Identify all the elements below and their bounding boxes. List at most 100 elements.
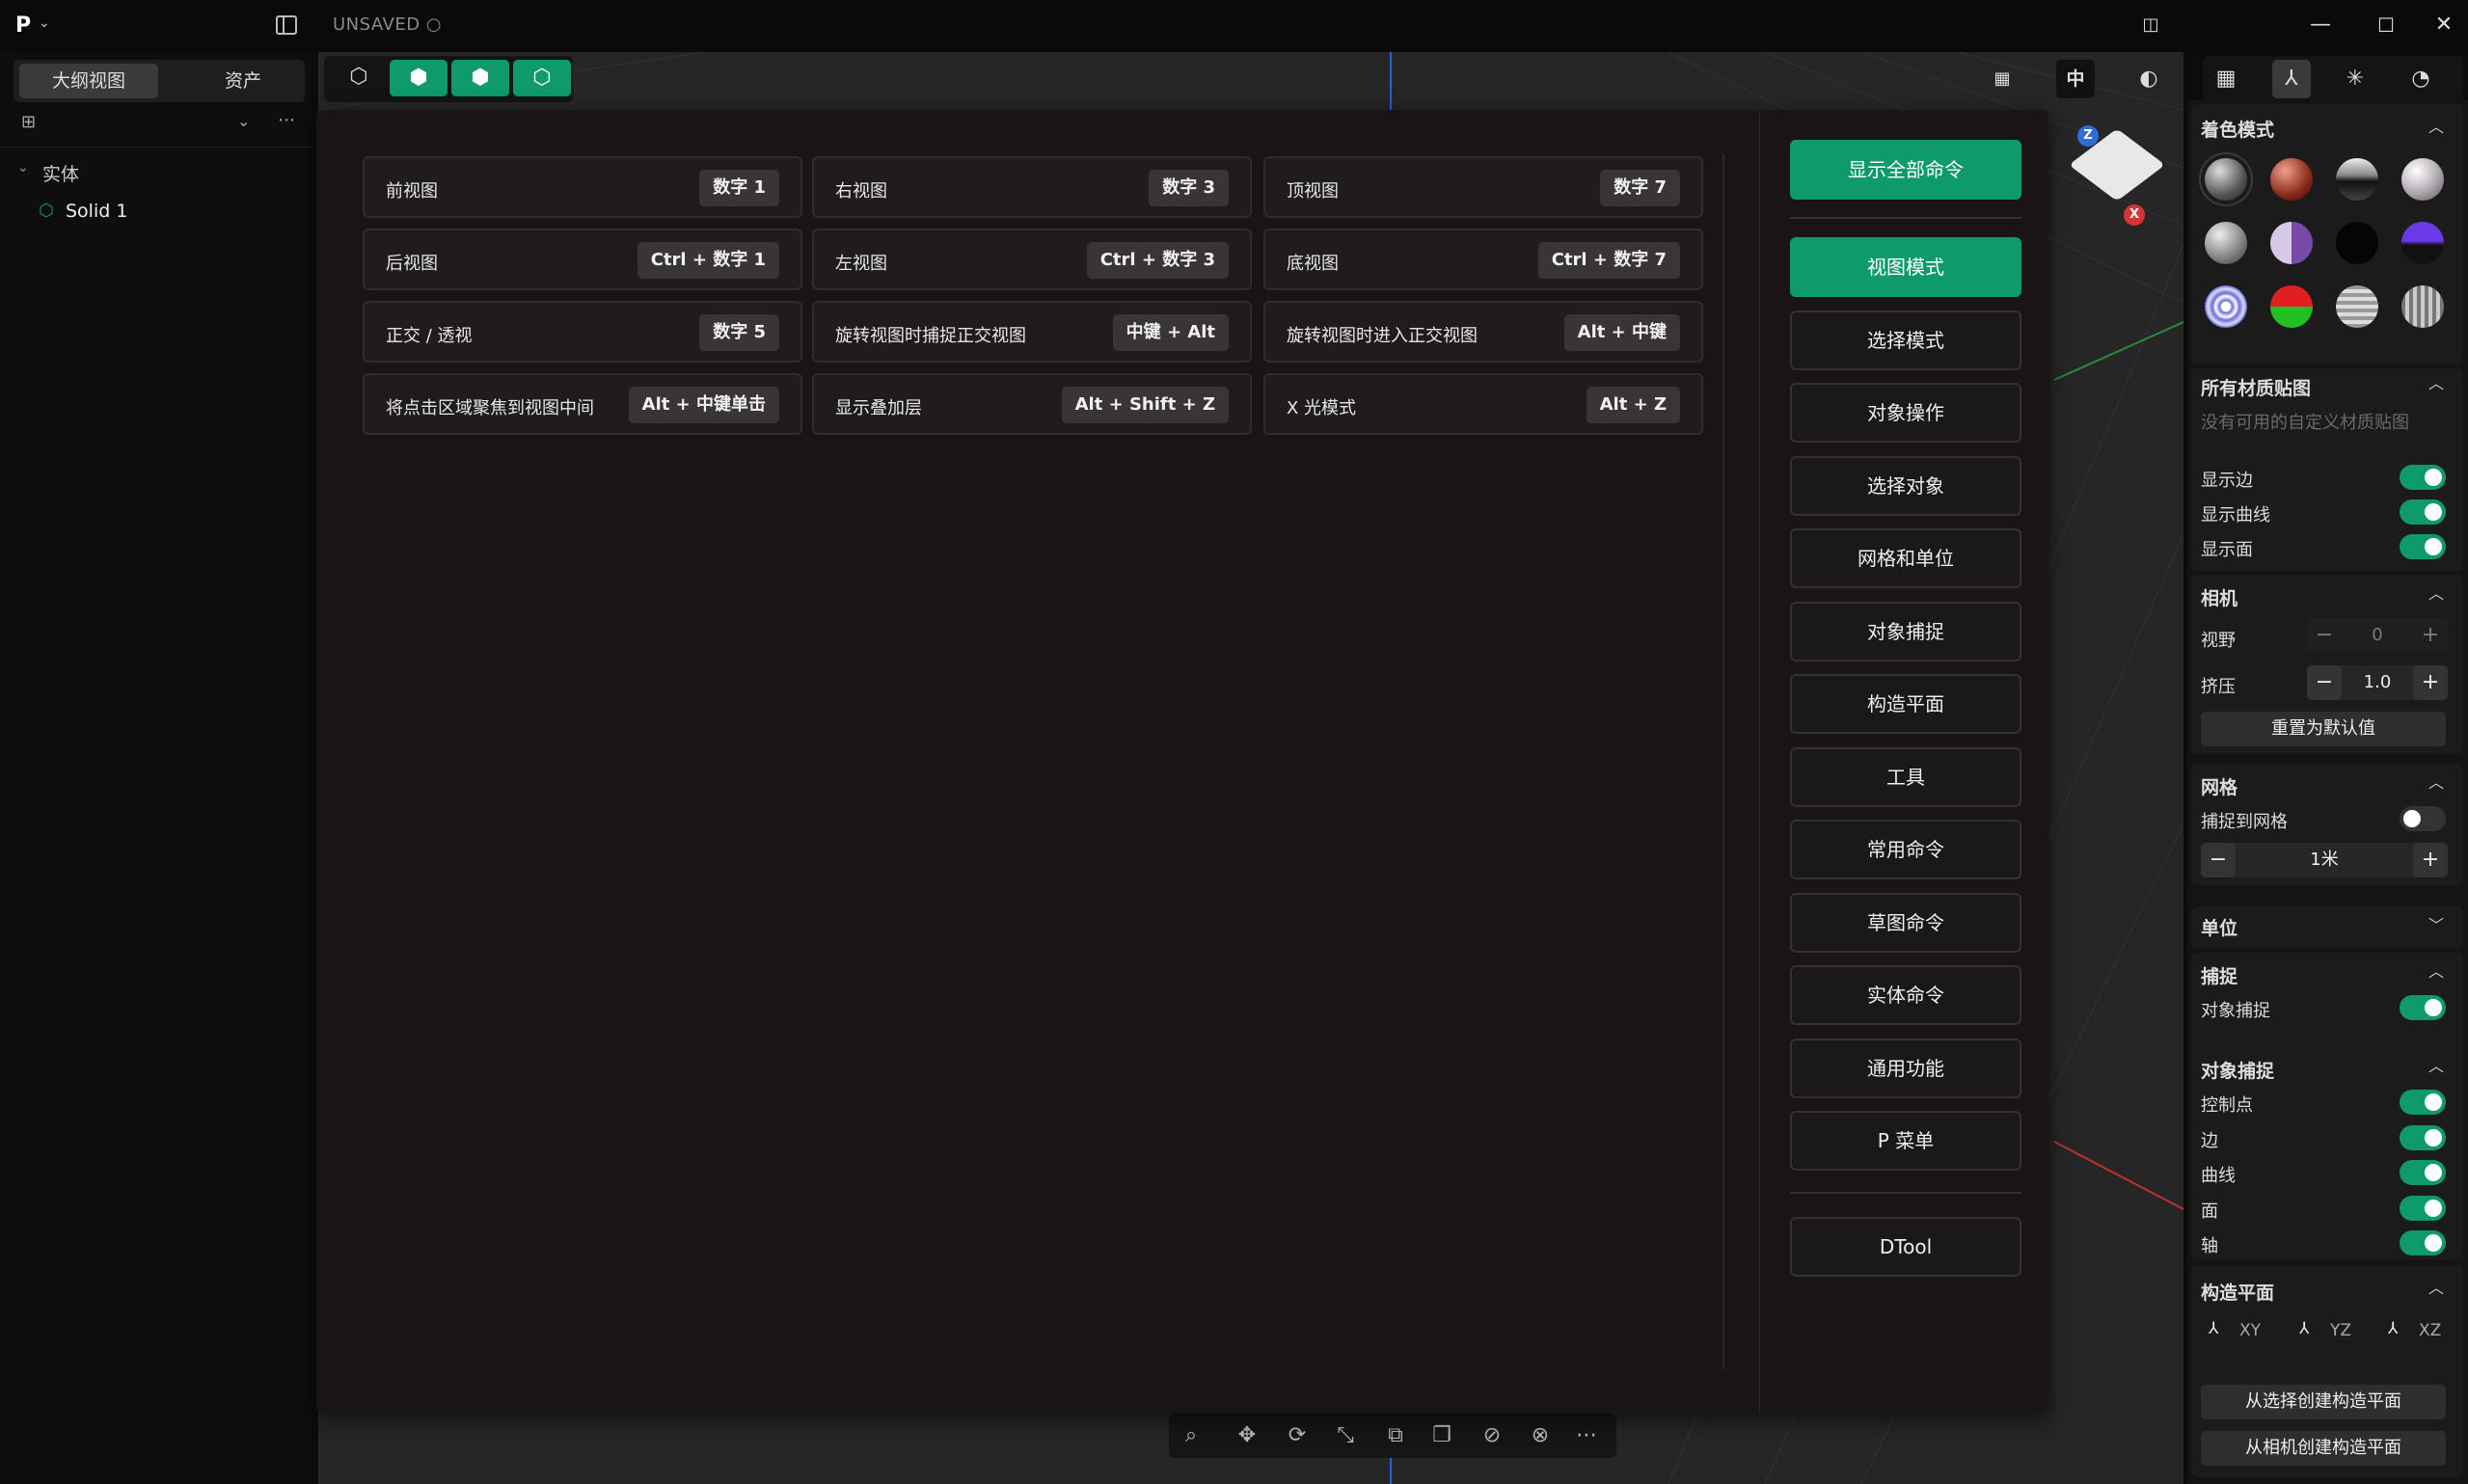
cplane-from-camera-button[interactable]: 从相机创建构造平面 xyxy=(2201,1431,2446,1466)
show-all-commands-button[interactable]: 显示全部命令 xyxy=(1790,140,2021,200)
reset-defaults-button[interactable]: 重置为默认值 xyxy=(2201,712,2446,746)
chevron-up-icon[interactable]: ︿ xyxy=(2428,114,2444,137)
duplicate-icon[interactable]: ❐ xyxy=(1427,1421,1456,1450)
shortcut-card[interactable]: 旋转视图时进入正交视图 Alt + 中键 xyxy=(1263,301,1703,363)
shortcut-card[interactable]: 旋转视图时捕捉正交视图 中键 + Alt xyxy=(812,301,1252,363)
shortcut-card[interactable]: 顶视图 数字 7 xyxy=(1263,156,1703,218)
more-icon[interactable]: ⋯ xyxy=(1572,1421,1601,1450)
cplane-yz[interactable]: YZ xyxy=(2330,1321,2351,1340)
show-curves-toggle[interactable] xyxy=(2400,499,2446,525)
shortcut-card[interactable]: 将点击区域聚焦到视图中间 Alt + 中键单击 xyxy=(363,373,802,435)
shading-sphere-4[interactable] xyxy=(2401,158,2444,201)
shading-sphere-6[interactable] xyxy=(2270,222,2313,264)
category-button[interactable]: 通用功能 xyxy=(1790,1038,2021,1098)
cplane-from-selection-button[interactable]: 从选择创建构造平面 xyxy=(2201,1385,2446,1419)
squeeze-stepper[interactable]: − 1.0 + xyxy=(2307,665,2448,700)
chevron-up-icon[interactable]: ︿ xyxy=(2428,1275,2444,1298)
shading-sphere-7[interactable] xyxy=(2336,222,2378,264)
x-axis-icon[interactable]: X xyxy=(2124,204,2145,226)
increment-icon[interactable]: + xyxy=(2413,665,2448,700)
chevron-up-icon[interactable]: ︿ xyxy=(2428,580,2444,604)
split-view-icon[interactable]: ◫ xyxy=(2133,10,2168,40)
shading-sphere-11[interactable] xyxy=(2336,285,2378,328)
shortcut-card[interactable]: 正交 / 透视 数字 5 xyxy=(363,301,802,363)
chevron-down-icon[interactable]: ⌄ xyxy=(237,112,250,130)
front-view-icon[interactable]: ⬢ xyxy=(390,60,447,96)
add-folder-icon[interactable]: ⊞ xyxy=(21,112,36,132)
material-icon[interactable]: ✳ xyxy=(2336,60,2374,98)
show-faces-toggle[interactable] xyxy=(2400,534,2446,559)
chevron-up-icon[interactable]: ︿ xyxy=(2428,1053,2444,1076)
tab-outline[interactable]: 大纲视图 xyxy=(19,64,158,98)
minimize-button[interactable]: — xyxy=(2303,10,2338,40)
category-button[interactable]: 常用命令 xyxy=(1790,820,2021,879)
decrement-icon[interactable]: − xyxy=(2307,665,2342,700)
cplane-xz[interactable]: XZ xyxy=(2419,1321,2441,1340)
sidebar-toggle-icon[interactable] xyxy=(276,15,297,35)
more-icon[interactable]: ⋯ xyxy=(278,110,295,130)
shortcut-card[interactable]: 左视图 Ctrl + 数字 3 xyxy=(812,229,1252,290)
increment-icon[interactable]: + xyxy=(2413,843,2448,877)
decrement-icon[interactable]: − xyxy=(2307,618,2342,653)
shading-sphere-2[interactable] xyxy=(2270,158,2313,201)
dtool-button[interactable]: DTool xyxy=(1790,1217,2021,1277)
iso-view-icon[interactable]: ⬢ xyxy=(451,60,509,96)
category-button[interactable]: 选择模式 xyxy=(1790,310,2021,370)
category-button[interactable]: 选择对象 xyxy=(1790,455,2021,516)
object-snap-toggle[interactable] xyxy=(2400,1090,2446,1115)
scale-icon[interactable]: ⤡ xyxy=(1331,1421,1360,1450)
increment-icon[interactable]: + xyxy=(2413,618,2448,653)
snap-to-grid-toggle[interactable] xyxy=(2400,806,2446,831)
link-icon[interactable]: ⊘ xyxy=(1478,1421,1506,1450)
tree-item-solid-1[interactable]: Solid 1 xyxy=(66,201,127,222)
boolean-icon[interactable]: ⊗ xyxy=(1526,1421,1555,1450)
collapse-icon[interactable]: ⌄ xyxy=(17,160,29,175)
cube-icon[interactable]: ⬡ xyxy=(513,60,571,96)
chevron-down-icon[interactable]: ﹀ xyxy=(2428,912,2444,935)
shading-sphere-12[interactable] xyxy=(2401,285,2444,328)
grid-size-stepper[interactable]: − 1米 + xyxy=(2201,843,2448,877)
fov-stepper[interactable]: − 0 + xyxy=(2307,618,2448,653)
close-button[interactable]: ✕ xyxy=(2427,10,2461,40)
shading-sphere-5[interactable] xyxy=(2205,222,2247,264)
chevron-up-icon[interactable]: ︿ xyxy=(2428,958,2444,982)
z-axis-icon[interactable]: Z xyxy=(2077,125,2099,147)
shading-sphere-1[interactable] xyxy=(2199,152,2253,206)
cplane-xy[interactable]: XY xyxy=(2239,1321,2261,1340)
category-button[interactable]: 草图命令 xyxy=(1790,892,2021,953)
hexagon-icon[interactable]: ⬡ xyxy=(339,58,378,96)
maximize-button[interactable]: ☐ xyxy=(2369,10,2403,40)
category-button[interactable]: 实体命令 xyxy=(1790,965,2021,1025)
category-button[interactable]: 构造平面 xyxy=(1790,674,2021,734)
shading-sphere-3[interactable] xyxy=(2336,158,2378,201)
tab-assets[interactable]: 资产 xyxy=(174,64,312,98)
chevron-up-icon[interactable]: ︿ xyxy=(2428,370,2444,393)
category-button[interactable]: 工具 xyxy=(1790,746,2021,807)
object-snap-toggle[interactable] xyxy=(2400,1124,2446,1150)
app-logo[interactable]: P xyxy=(15,13,31,38)
units-title[interactable]: 单位 xyxy=(2201,914,2237,940)
search-icon[interactable]: ⌕ xyxy=(1177,1421,1206,1450)
shortcut-card[interactable]: 显示叠加层 Alt + Shift + Z xyxy=(812,373,1252,435)
chevron-down-icon[interactable]: ⌄ xyxy=(39,15,50,31)
shortcut-card[interactable]: 右视图 数字 3 xyxy=(812,156,1252,218)
copy-icon[interactable]: ⧉ xyxy=(1381,1421,1410,1450)
chevron-up-icon[interactable]: ︿ xyxy=(2428,769,2444,793)
tree-group-solids[interactable]: 实体 xyxy=(42,160,79,186)
object-snap-toggle[interactable] xyxy=(2400,995,2446,1020)
move-icon[interactable]: ✥ xyxy=(1233,1421,1261,1450)
rotate-icon[interactable]: ⟳ xyxy=(1283,1421,1312,1450)
shading-sphere-8[interactable] xyxy=(2401,222,2444,264)
axes-icon[interactable]: ⅄ xyxy=(2272,60,2311,98)
object-snap-toggle[interactable] xyxy=(2400,1160,2446,1185)
render-icon[interactable]: ◔ xyxy=(2401,60,2440,98)
decrement-icon[interactable]: − xyxy=(2201,843,2236,877)
category-button[interactable]: 视图模式 xyxy=(1790,237,2021,297)
category-button[interactable]: 网格和单位 xyxy=(1790,528,2021,588)
object-snap-toggle[interactable] xyxy=(2400,1230,2446,1255)
shading-sphere-10[interactable] xyxy=(2270,285,2313,328)
theme-icon[interactable]: ◐ xyxy=(2129,60,2168,98)
language-button[interactable]: 中 xyxy=(2056,60,2095,98)
category-button[interactable]: P 菜单 xyxy=(1790,1111,2021,1171)
grid-icon[interactable]: ▦ xyxy=(2207,60,2245,98)
